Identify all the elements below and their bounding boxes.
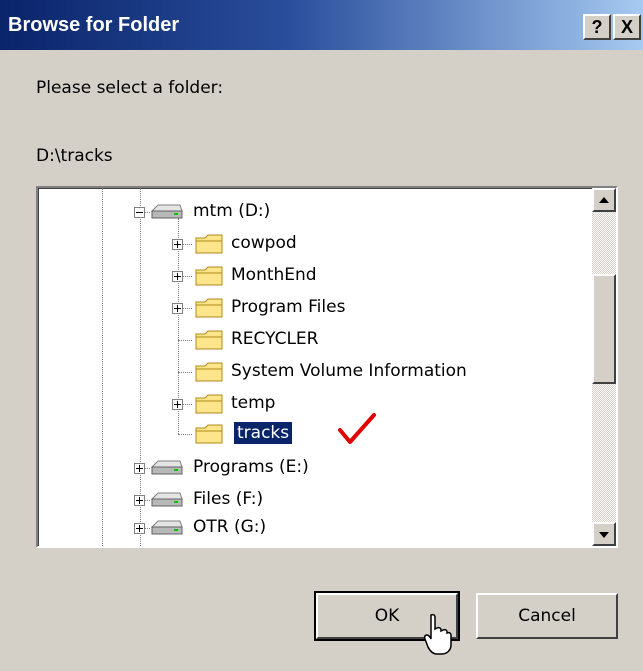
folder-tree-view[interactable]: mtm (D:) cowpod MonthEnd Program Files R… [36, 186, 618, 548]
tree-connector [178, 340, 192, 341]
expand-expander[interactable] [172, 271, 183, 282]
expand-expander[interactable] [172, 399, 183, 410]
folder-icon [195, 362, 223, 382]
hand-cursor-icon [423, 613, 452, 655]
tree-guide-line [102, 188, 103, 546]
tree-item-programs[interactable]: Programs (E:) [190, 456, 312, 478]
drive-icon [150, 460, 183, 475]
folder-icon [195, 330, 223, 350]
folder-icon [195, 234, 223, 254]
tree-connector [178, 372, 192, 373]
scroll-down-button[interactable] [592, 522, 616, 546]
arrow-down-icon [599, 532, 609, 538]
expand-expander[interactable] [134, 463, 145, 474]
arrow-up-icon [599, 197, 609, 203]
folder-icon [195, 298, 223, 318]
cancel-button-label: Cancel [518, 606, 576, 626]
selected-path-label: D:\tracks [36, 146, 113, 166]
red-checkmark-icon [338, 413, 376, 444]
help-button[interactable]: ? [583, 14, 611, 40]
vertical-scrollbar[interactable] [592, 188, 616, 546]
tree-item-tracks[interactable]: tracks [232, 421, 294, 445]
prompt-label: Please select a folder: [36, 78, 224, 98]
drive-icon [150, 520, 183, 535]
tree-item-temp[interactable]: temp [228, 392, 278, 414]
expand-expander[interactable] [134, 495, 145, 506]
browse-for-folder-dialog: Browse for Folder ? X Please select a fo… [0, 0, 643, 671]
tree-item-files[interactable]: Files (F:) [190, 488, 266, 510]
expand-expander[interactable] [172, 239, 183, 250]
dialog-title: Browse for Folder [8, 14, 180, 36]
expand-expander[interactable] [134, 523, 145, 534]
folder-icon [195, 266, 223, 286]
ok-button-label: OK [374, 606, 400, 626]
cancel-button[interactable]: Cancel [476, 593, 618, 639]
folder-icon [195, 394, 223, 414]
tree-item-cowpod[interactable]: cowpod [228, 232, 300, 254]
collapse-expander[interactable] [134, 207, 145, 218]
drive-icon [150, 492, 183, 507]
drive-icon [150, 204, 183, 219]
tree-item-mtm[interactable]: mtm (D:) [190, 200, 273, 222]
close-button[interactable]: X [613, 14, 641, 40]
tree-item-recycler[interactable]: RECYCLER [228, 328, 321, 350]
folder-icon [195, 424, 223, 444]
folder-tree: mtm (D:) cowpod MonthEnd Program Files R… [38, 188, 592, 546]
tree-item-monthend[interactable]: MonthEnd [228, 264, 320, 286]
scroll-thumb[interactable] [592, 274, 616, 384]
expand-expander[interactable] [172, 303, 183, 314]
tree-item-system-volume-information[interactable]: System Volume Information [228, 360, 470, 382]
scroll-up-button[interactable] [592, 188, 616, 212]
tree-item-otr[interactable]: OTR (G:) [190, 516, 269, 538]
tree-connector [178, 434, 192, 435]
title-bar[interactable]: Browse for Folder ? X [0, 0, 643, 50]
tree-item-program-files[interactable]: Program Files [228, 296, 348, 318]
